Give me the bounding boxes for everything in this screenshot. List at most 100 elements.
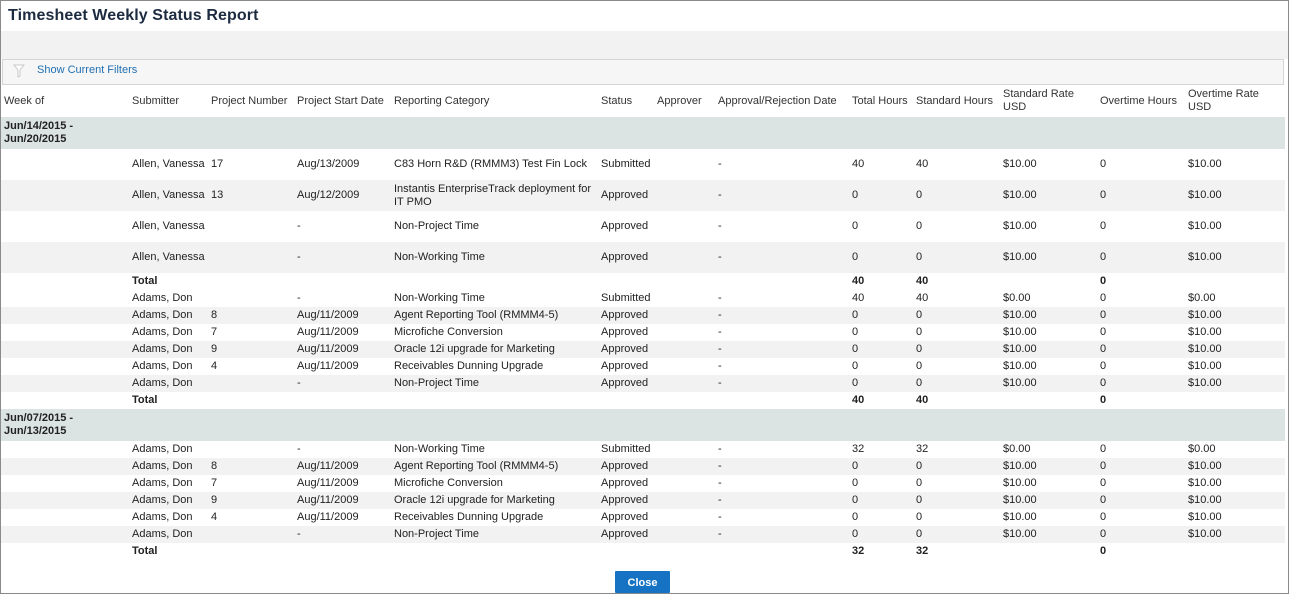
total-hours-cell: 0 <box>852 220 859 232</box>
column-header[interactable]: Project Number <box>208 85 294 117</box>
total-empty-cell <box>208 273 294 290</box>
submitter-cell: Allen, Vanessa <box>132 158 205 170</box>
column-header[interactable]: Reporting Category <box>391 85 598 117</box>
total-row: Total 40 40 0 <box>1 273 1285 290</box>
approval-date-cell: - <box>718 511 722 523</box>
table-row[interactable]: Adams, Don 9 Aug/11/2009 Oracle 12i upgrade… <box>1 341 1285 358</box>
table-row[interactable]: Adams, Don - Non-Working Time Submitted - 40 4… <box>1 290 1285 307</box>
week-cell <box>1 242 129 273</box>
table-row[interactable]: Adams, Don 7 Aug/11/2009 Microfiche Convers… <box>1 475 1285 492</box>
table-row[interactable]: Allen, Vanessa - Non-Working Time Approved -… <box>1 242 1285 273</box>
column-header[interactable]: Overtime Rate USD <box>1185 85 1285 117</box>
column-header[interactable]: Submitter <box>129 85 208 117</box>
standard-rate-cell: $10.00 <box>1000 180 1097 211</box>
column-header[interactable]: Standard Hours <box>913 85 1000 117</box>
total-hours-cell: 0 <box>852 477 859 489</box>
total-empty-cell <box>391 273 598 290</box>
project-start-date-cell: Aug/11/2009 <box>294 341 391 358</box>
column-header[interactable]: Standard Rate USD <box>1000 85 1097 117</box>
column-header[interactable]: Overtime Hours <box>1097 85 1185 117</box>
total-empty-cell <box>715 273 849 290</box>
column-header[interactable]: Project Start Date <box>294 85 391 117</box>
standard-hours-cell: 40 <box>916 292 929 304</box>
project-start-date-cell: Aug/11/2009 <box>294 492 391 509</box>
report-table-container: Week of Submitter Project Number Project St… <box>1 85 1285 560</box>
overtime-rate-cell: $10.00 <box>1185 180 1285 211</box>
total-empty-cell <box>654 543 715 560</box>
reporting-category-cell: Receivables Dunning Upgrade <box>394 511 544 523</box>
standard-rate-cell: $10.00 <box>1000 458 1097 475</box>
table-row[interactable]: Adams, Don 4 Aug/11/2009 Receivables Dunnin… <box>1 358 1285 375</box>
standard-rate-cell: $10.00 <box>1003 220 1037 232</box>
report-window: Timesheet Weekly Status Report Show Curr… <box>0 0 1289 594</box>
standard-hours-cell: 0 <box>913 180 1000 211</box>
overtime-hours-cell: 0 <box>1097 341 1185 358</box>
filter-funnel-icon[interactable] <box>13 64 25 78</box>
project-start-date-cell: Aug/11/2009 <box>297 326 359 338</box>
project-start-date-cell: Aug/11/2009 <box>297 360 359 372</box>
week-cell <box>1 458 129 475</box>
column-header[interactable]: Week of <box>1 85 129 117</box>
table-row[interactable]: Adams, Don - Non-Project Time Approved -0 0 $1… <box>1 375 1285 392</box>
show-current-filters-link[interactable]: Show Current Filters <box>37 64 137 76</box>
table-row[interactable]: Allen, Vanessa 13 Aug/12/2009 Instantis Ent… <box>1 180 1285 211</box>
table-row[interactable]: Allen, Vanessa - Non-Project Time Approved -… <box>1 211 1285 242</box>
reporting-category-cell: Instantis EnterpriseTrack deployment for… <box>391 180 598 211</box>
approver-cell <box>654 341 715 358</box>
project-number-cell: 4 <box>211 511 218 523</box>
project-number-cell: 8 <box>208 307 294 324</box>
table-row[interactable]: Adams, Don 9 Aug/11/2009 Oracle 12i upgrade… <box>1 492 1285 509</box>
total-empty-cell <box>715 543 849 560</box>
close-button[interactable]: Close <box>615 571 670 593</box>
table-row[interactable]: Adams, Don 8 Aug/11/2009 Agent Reporting To… <box>1 307 1285 324</box>
project-start-date-cell: - <box>294 242 391 273</box>
column-header[interactable]: Status <box>598 85 654 117</box>
project-number-cell: 13 <box>208 180 294 211</box>
submitter-cell: Adams, Don <box>129 492 208 509</box>
standard-rate-cell: $0.00 <box>1003 443 1031 455</box>
status-cell: Approved <box>598 492 654 509</box>
project-start-date-cell: Aug/11/2009 <box>294 458 391 475</box>
total-hours-cell: 40 <box>852 158 865 170</box>
submitter-cell: Adams, Don <box>129 375 208 392</box>
total-hours-cell: 0 <box>849 180 913 211</box>
approval-date-cell: - <box>718 443 722 455</box>
column-header[interactable]: Approval/Rejection Date <box>715 85 849 117</box>
overtime-hours-cell: 0 <box>1097 526 1185 543</box>
total-hours-cell: 0 <box>849 526 913 543</box>
project-number-cell <box>208 211 294 242</box>
week-cell <box>1 211 129 242</box>
approver-cell <box>654 492 715 509</box>
approval-date-cell: - <box>718 326 722 338</box>
table-row[interactable]: Adams, Don 8 Aug/11/2009 Agent Reporting To… <box>1 458 1285 475</box>
total-hours-cell: 0 <box>849 242 913 273</box>
table-row[interactable]: Adams, Don 7 Aug/11/2009 Microfiche Convers… <box>1 324 1285 341</box>
overtime-rate-cell: $10.00 <box>1188 477 1222 489</box>
standard-rate-cell: $10.00 <box>1003 511 1037 523</box>
project-start-date-cell: Aug/11/2009 <box>297 477 359 489</box>
week-cell <box>1 341 129 358</box>
project-number-cell: 7 <box>211 477 218 489</box>
overtime-rate-cell: $0.00 <box>1188 443 1216 455</box>
approver-cell <box>654 526 715 543</box>
reporting-category-cell: Non-Project Time <box>391 526 598 543</box>
approver-cell <box>654 509 715 526</box>
standard-hours-cell: 0 <box>913 307 1000 324</box>
approver-cell <box>654 242 715 273</box>
project-start-date-cell: - <box>297 443 301 455</box>
total-empty-cell <box>294 543 391 560</box>
table-row[interactable]: Allen, Vanessa 17 Aug/13/2009 C83 Horn R&D … <box>1 149 1285 180</box>
table-row[interactable]: Adams, Don - Non-Working Time Submitted - 32 3… <box>1 441 1285 458</box>
project-number-cell: 9 <box>208 341 294 358</box>
approver-cell <box>654 458 715 475</box>
approval-date-cell: - <box>718 477 722 489</box>
table-row[interactable]: Adams, Don - Non-Project Time Approved -0 0 $1… <box>1 526 1285 543</box>
status-cell: Approved <box>601 220 649 232</box>
standard-hours-cell: 0 <box>913 458 1000 475</box>
column-header[interactable]: Approver <box>654 85 715 117</box>
submitter-cell: Adams, Don <box>129 458 208 475</box>
total-hours-cell: 0 <box>849 492 913 509</box>
column-header[interactable]: Total Hours <box>849 85 913 117</box>
table-row[interactable]: Adams, Don 4 Aug/11/2009 Receivables Dunnin… <box>1 509 1285 526</box>
status-cell: Approved <box>598 458 654 475</box>
